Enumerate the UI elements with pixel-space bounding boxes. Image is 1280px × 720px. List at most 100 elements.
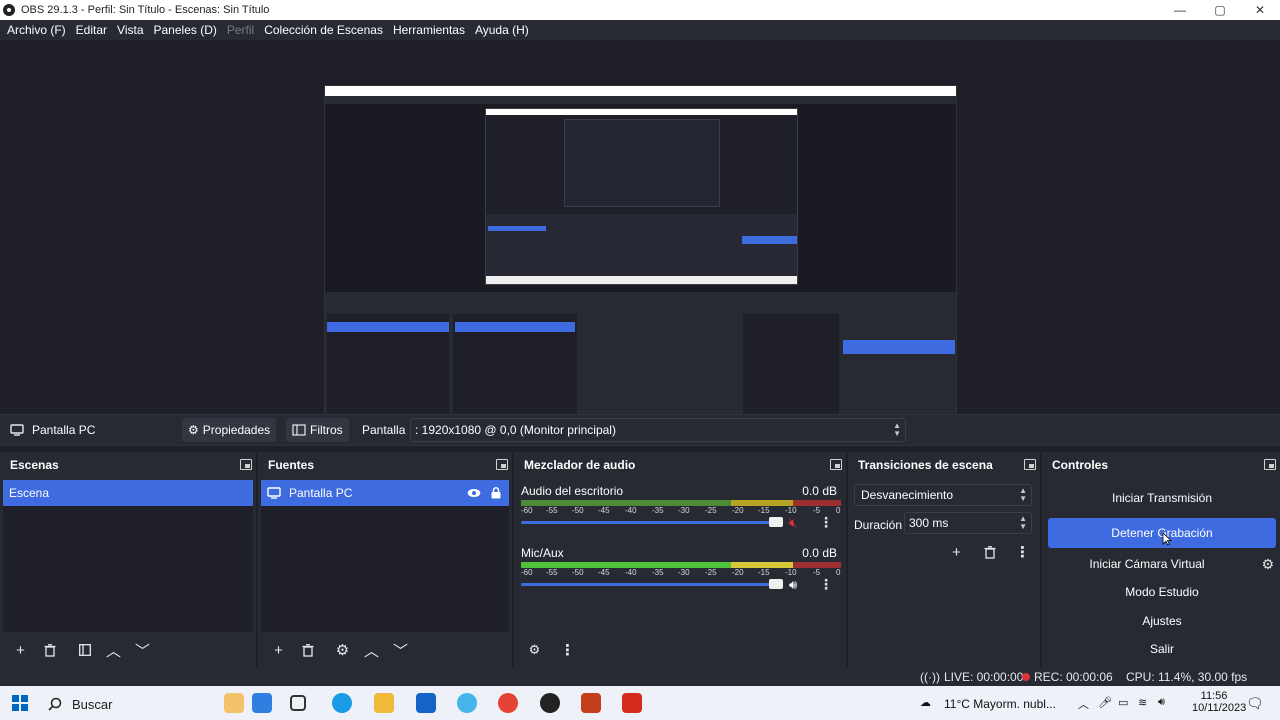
- duration-input[interactable]: 300 ms ▲ ▼: [904, 512, 1032, 534]
- lock-icon[interactable]: [491, 487, 501, 499]
- exit-button[interactable]: Salir: [1048, 637, 1276, 661]
- volume-slider-handle[interactable]: [769, 579, 783, 589]
- channel-menu-icon[interactable]: ⋮: [819, 514, 833, 531]
- preview-nested-window: [485, 108, 798, 285]
- undock-icon[interactable]: [496, 459, 508, 470]
- menu-view[interactable]: Vista: [112, 21, 148, 39]
- move-scene-down-button[interactable]: ﹀: [128, 638, 157, 662]
- scene-item[interactable]: Escena: [3, 480, 253, 506]
- mail-icon[interactable]: [416, 693, 436, 713]
- volume-slider[interactable]: [521, 521, 783, 524]
- duration-label: Duración: [854, 518, 903, 532]
- tick-label: 0: [836, 568, 841, 577]
- display-tray-icon[interactable]: ▭: [1118, 696, 1128, 709]
- mixer-channels: Audio del escritorio 0.0 dB -60 -55 -50 …: [517, 480, 843, 632]
- source-properties-button[interactable]: ⚙: [328, 638, 357, 662]
- mixer-menu-button[interactable]: ⋮: [553, 638, 582, 662]
- remove-scene-button[interactable]: [35, 638, 64, 662]
- selected-source: Pantalla PC: [10, 423, 95, 437]
- minimize-button[interactable]: —: [1160, 0, 1200, 20]
- widgets-icon[interactable]: [224, 693, 244, 713]
- kebab-menu-icon: ⋮: [560, 642, 575, 659]
- volume-slider[interactable]: [521, 583, 783, 586]
- move-source-up-button[interactable]: ︿: [357, 638, 386, 662]
- microphone-icon[interactable]: 🎤︎: [1098, 696, 1112, 709]
- nested-preview: [564, 119, 720, 207]
- tick-label: -25: [705, 506, 717, 515]
- source-item[interactable]: Pantalla PC: [261, 480, 509, 506]
- properties-button[interactable]: ⚙ Propiedades: [182, 418, 277, 442]
- menu-profile[interactable]: Perfil: [222, 21, 259, 39]
- move-source-down-button[interactable]: ﹀: [386, 638, 415, 662]
- controls-header: Controles: [1042, 452, 1280, 478]
- volume-tray-icon[interactable]: 🔊︎: [1158, 696, 1165, 709]
- remove-source-button[interactable]: [293, 638, 322, 662]
- network-app-icon[interactable]: [457, 693, 477, 713]
- source-toolbar: Pantalla PC ⚙ Propiedades Filtros Pantal…: [0, 414, 1280, 446]
- speaker-muted-icon[interactable]: 🔇︎: [789, 515, 797, 531]
- gear-icon: ⚙: [188, 423, 199, 437]
- display-select[interactable]: : 1920x1080 @ 0,0 (Monitor principal) ▲ ▼: [410, 418, 906, 442]
- transition-select[interactable]: Desvanecimiento ▲ ▼: [854, 484, 1032, 506]
- start-streaming-button[interactable]: Iniciar Transmisión: [1048, 486, 1276, 510]
- taskbar-search[interactable]: Buscar: [48, 692, 216, 716]
- powerpoint-icon[interactable]: [581, 693, 601, 713]
- advanced-audio-button[interactable]: ⚙: [520, 638, 549, 662]
- undock-icon[interactable]: [1264, 459, 1276, 470]
- broadcast-icon: ((·)): [920, 670, 940, 684]
- preview-area[interactable]: [0, 40, 1280, 443]
- undock-icon[interactable]: [1024, 459, 1036, 470]
- windows-start-icon[interactable]: [12, 695, 28, 711]
- transition-menu-button[interactable]: ⋮: [1008, 540, 1037, 564]
- stop-recording-button[interactable]: Detener Grabación: [1048, 518, 1276, 548]
- task-view-icon[interactable]: [290, 695, 306, 711]
- preview-nested-menubar: [325, 96, 956, 104]
- clock[interactable]: 11:56 10/11/2023: [1192, 690, 1246, 714]
- volume-slider-handle[interactable]: [769, 517, 783, 527]
- menu-docks[interactable]: Paneles (D): [149, 21, 222, 39]
- add-transition-button[interactable]: +: [942, 540, 971, 564]
- menu-tools[interactable]: Herramientas: [388, 21, 470, 39]
- add-scene-button[interactable]: +: [6, 638, 35, 662]
- chrome-icon[interactable]: [498, 693, 518, 713]
- transitions-dock: Transiciones de escena Desvanecimiento ▲…: [848, 452, 1040, 668]
- edge-browser-icon[interactable]: [332, 693, 352, 713]
- tick-label: -45: [598, 568, 610, 577]
- undock-icon[interactable]: [240, 459, 252, 470]
- weather-icon[interactable]: ☁: [920, 696, 931, 709]
- nested-docks: [486, 214, 797, 278]
- remove-transition-button[interactable]: [975, 540, 1004, 564]
- obs-taskbar-icon[interactable]: [540, 693, 560, 713]
- maximize-button[interactable]: ▢: [1200, 0, 1240, 20]
- filters-button[interactable]: Filtros: [286, 418, 349, 442]
- move-scene-up-button[interactable]: ︿: [99, 638, 128, 662]
- close-button[interactable]: ✕: [1240, 0, 1280, 20]
- pinned-app-icon[interactable]: [252, 693, 272, 713]
- speaker-icon[interactable]: 🔊︎: [789, 577, 797, 593]
- transition-toolbar: + ⋮: [942, 540, 1037, 564]
- notifications-icon[interactable]: 🗨︎: [1246, 695, 1264, 712]
- studio-mode-button[interactable]: Modo Estudio: [1048, 580, 1276, 604]
- chevron-up-icon[interactable]: ︿: [1078, 696, 1089, 712]
- preview-canvas[interactable]: [324, 85, 957, 443]
- acrobat-icon[interactable]: [622, 693, 642, 713]
- menu-help[interactable]: Ayuda (H): [470, 21, 534, 39]
- scene-filters-button[interactable]: [70, 638, 99, 662]
- channel-menu-icon[interactable]: ⋮: [819, 576, 833, 593]
- tick-label: -50: [572, 568, 584, 577]
- weather-text[interactable]: 11°C Mayorm. nubl...: [944, 697, 1056, 711]
- virtual-camera-settings-gear-icon[interactable]: ⚙: [1261, 556, 1274, 573]
- menu-file[interactable]: Archivo (F): [2, 21, 71, 39]
- eye-icon[interactable]: [467, 488, 481, 498]
- sources-list: Pantalla PC: [261, 480, 509, 632]
- menu-scene-collection[interactable]: Colección de Escenas: [259, 21, 388, 39]
- settings-button[interactable]: Ajustes: [1048, 609, 1276, 633]
- transition-selected: Desvanecimiento: [861, 488, 954, 502]
- undock-icon[interactable]: [830, 459, 842, 470]
- file-explorer-icon[interactable]: [374, 693, 394, 713]
- start-virtual-camera-button[interactable]: Iniciar Cámara Virtual: [1048, 552, 1246, 576]
- menu-edit[interactable]: Editar: [71, 21, 112, 39]
- add-source-button[interactable]: +: [264, 638, 293, 662]
- search-icon: [48, 697, 62, 711]
- wifi-icon[interactable]: ≋: [1138, 696, 1147, 709]
